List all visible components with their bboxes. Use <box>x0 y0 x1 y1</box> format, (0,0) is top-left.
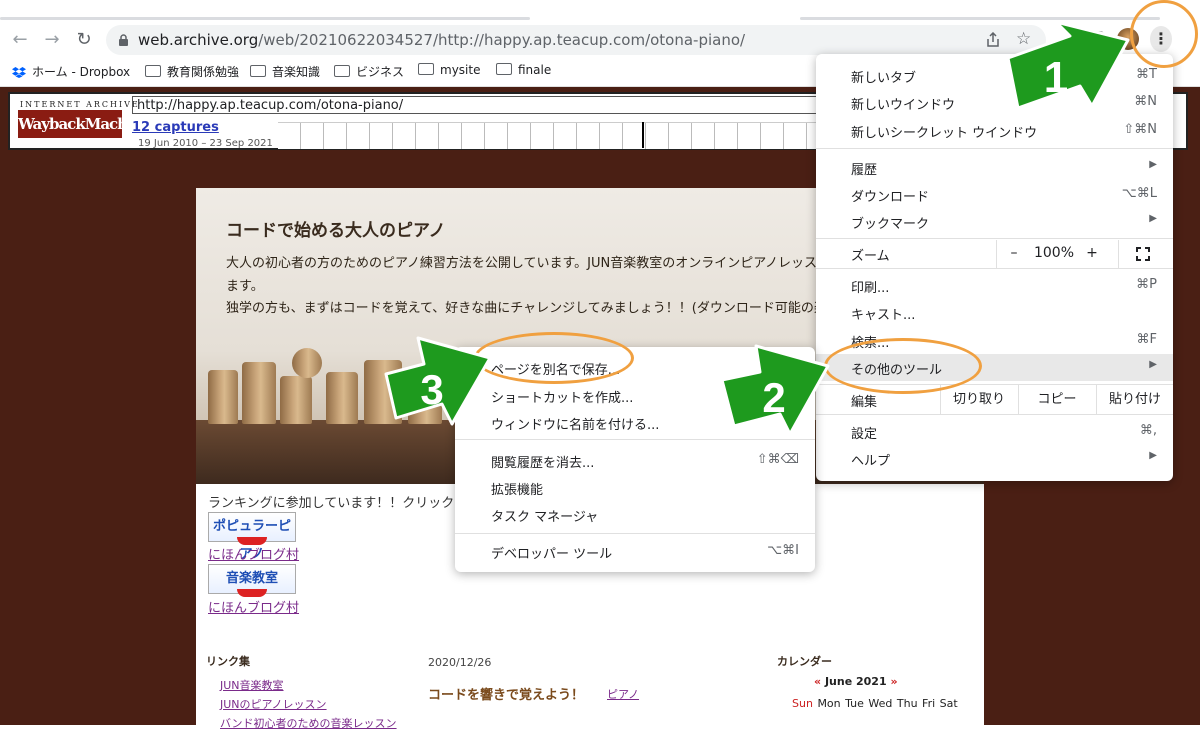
step-number-2: 2 <box>762 374 785 421</box>
step-number-1: 1 <box>1044 53 1068 102</box>
arrow-step-3: 3 <box>384 336 492 426</box>
step-number-3: 3 <box>420 366 443 413</box>
annotation-arrows: 1 2 3 <box>384 20 1130 436</box>
arrow-step-1: 1 <box>1006 20 1130 110</box>
arrow-step-2: 2 <box>720 344 830 436</box>
